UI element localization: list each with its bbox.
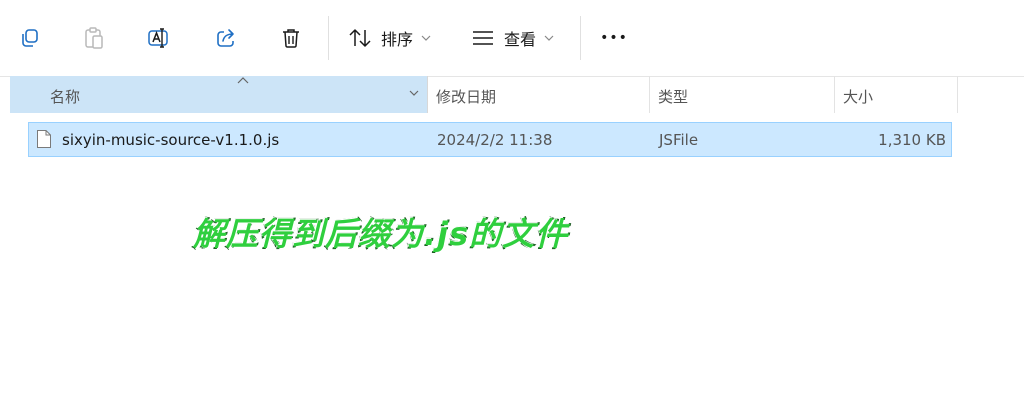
rename-button[interactable] [143, 22, 175, 54]
chevron-down-icon [421, 35, 431, 41]
column-header-date-modified[interactable]: 修改日期 [428, 76, 650, 113]
file-row[interactable]: sixyin-music-source-v1.1.0.js 2024/2/2 1… [28, 122, 952, 157]
list-view-icon [473, 31, 493, 45]
paste-icon [85, 27, 103, 49]
view-button[interactable]: 查看 [471, 22, 554, 54]
copy-button[interactable] [14, 22, 46, 54]
column-header-size[interactable]: 大小 [835, 76, 958, 113]
sort-label: 排序 [381, 30, 414, 49]
file-name: sixyin-music-source-v1.1.0.js [62, 131, 280, 149]
column-header-label: 修改日期 [436, 88, 497, 106]
column-header-label: 名称 [50, 88, 81, 106]
chevron-down-icon[interactable] [408, 89, 420, 97]
paste-button[interactable] [78, 22, 110, 54]
file-size: 1,310 KB [878, 131, 946, 149]
column-header-label: 大小 [843, 88, 874, 106]
command-bar: 排序 查看 ••• [0, 0, 1024, 77]
view-label: 查看 [504, 30, 537, 49]
sort-icon [349, 29, 371, 47]
file-icon [37, 130, 51, 148]
column-header-name[interactable]: 名称 [10, 76, 428, 113]
trash-icon [283, 29, 299, 48]
share-icon [217, 29, 234, 47]
toolbar-divider [580, 16, 581, 60]
copy-icon [22, 29, 38, 47]
file-date-modified: 2024/2/2 11:38 [437, 131, 553, 149]
toolbar-divider [328, 16, 329, 60]
sort-ascending-icon [237, 77, 249, 84]
rename-icon [148, 28, 168, 48]
more-options-button[interactable]: ••• [598, 22, 630, 54]
file-type: JSFile [659, 131, 699, 149]
more-icon: ••• [600, 30, 628, 46]
share-button[interactable] [210, 22, 242, 54]
delete-button[interactable] [275, 22, 307, 54]
sort-button[interactable]: 排序 [348, 22, 431, 54]
column-header-label: 类型 [658, 88, 689, 106]
column-header-type[interactable]: 类型 [650, 76, 835, 113]
annotation-caption: 解压得到后缀为.js的文件 [192, 214, 569, 254]
chevron-down-icon [544, 35, 554, 41]
